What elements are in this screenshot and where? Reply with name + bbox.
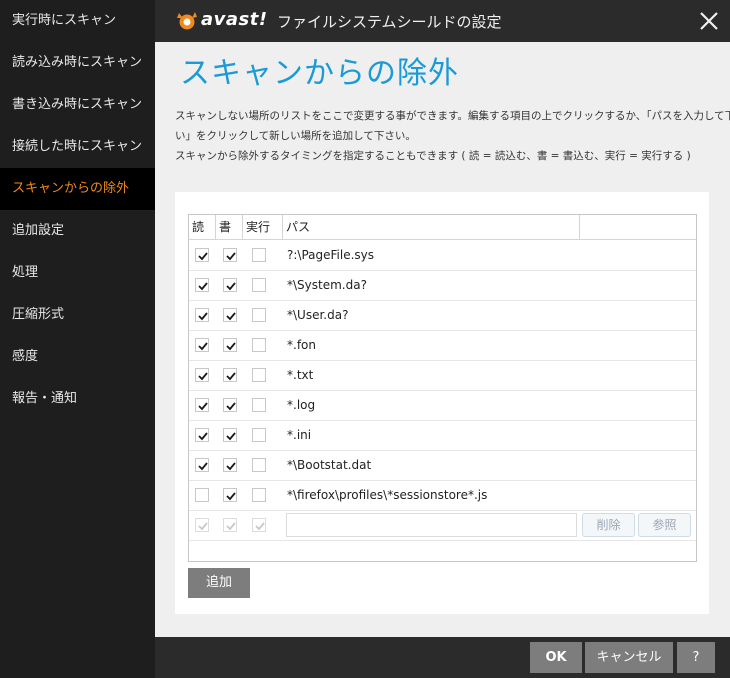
path-cell[interactable]: *\firefox\profiles\*sessionstore*.js <box>287 480 487 510</box>
description-line: スキャンから除外するタイミングを指定することもできます ( 読 = 読込む、書 … <box>175 150 691 162</box>
table-row[interactable]: *\User.da? <box>189 300 696 331</box>
table-row[interactable]: *.log <box>189 390 696 421</box>
bottom-bar: OK キャンセル ? <box>155 637 730 678</box>
new-exec-checkbox[interactable] <box>252 518 266 532</box>
read-checkbox[interactable] <box>195 248 209 262</box>
exec-checkbox[interactable] <box>252 248 266 262</box>
read-checkbox[interactable] <box>195 428 209 442</box>
cancel-button[interactable]: キャンセル <box>585 642 673 673</box>
path-cell[interactable]: ?:\PageFile.sys <box>287 240 374 270</box>
table-row[interactable]: *.txt <box>189 360 696 391</box>
write-checkbox[interactable] <box>223 488 237 502</box>
exec-checkbox[interactable] <box>252 398 266 412</box>
write-checkbox[interactable] <box>223 308 237 322</box>
read-checkbox[interactable] <box>195 308 209 322</box>
table-row[interactable]: *.fon <box>189 330 696 361</box>
description-line: スキャンしない場所のリストをここで変更する事ができます。編集する項目の上でクリッ… <box>175 110 730 122</box>
page-title: スキャンからの除外 <box>180 56 459 91</box>
table-row[interactable]: *\Bootstat.dat <box>189 450 696 481</box>
ok-button[interactable]: OK <box>530 642 582 673</box>
delete-button[interactable]: 削除 <box>582 513 635 537</box>
exec-checkbox[interactable] <box>252 488 266 502</box>
write-checkbox[interactable] <box>223 398 237 412</box>
table-row[interactable]: *\firefox\profiles\*sessionstore*.js <box>189 480 696 511</box>
read-checkbox[interactable] <box>195 458 209 472</box>
sidebar-item-on-write-scan[interactable]: 書き込み時にスキャン <box>0 84 155 126</box>
path-cell[interactable]: *.txt <box>287 360 313 390</box>
table-row[interactable]: *\System.da? <box>189 270 696 301</box>
browse-button[interactable]: 参照 <box>638 513 691 537</box>
write-checkbox[interactable] <box>223 248 237 262</box>
read-checkbox[interactable] <box>195 278 209 292</box>
exec-checkbox[interactable] <box>252 338 266 352</box>
write-checkbox[interactable] <box>223 338 237 352</box>
sidebar-item-actions[interactable]: 処理 <box>0 252 155 294</box>
read-checkbox[interactable] <box>195 368 209 382</box>
header-write: 書 <box>216 215 243 239</box>
sidebar-item-packers[interactable]: 圧縮形式 <box>0 294 155 336</box>
logo-text: avast! <box>201 9 268 30</box>
write-checkbox[interactable] <box>223 458 237 472</box>
exec-checkbox[interactable] <box>252 368 266 382</box>
header-spacer <box>580 215 696 239</box>
exec-checkbox[interactable] <box>252 428 266 442</box>
description: スキャンしない場所のリストをここで変更する事ができます。編集する項目の上でクリッ… <box>175 106 730 166</box>
exclusions-table: 読 書 実行 パス ?:\PageFile.sys *\System.da? *\U… <box>188 214 697 562</box>
new-write-checkbox[interactable] <box>223 518 237 532</box>
header-path: パス <box>283 215 580 239</box>
add-button[interactable]: 追加 <box>188 568 250 598</box>
title-bar: avast! ファイルシステムシールドの設定 <box>155 0 730 42</box>
close-icon <box>700 12 718 30</box>
header-exec: 実行 <box>243 215 283 239</box>
sidebar-item-sensitivity[interactable]: 感度 <box>0 336 155 378</box>
exec-checkbox[interactable] <box>252 278 266 292</box>
close-button[interactable] <box>694 6 724 36</box>
sidebar-item-on-execute-scan[interactable]: 実行時にスキャン <box>0 0 155 42</box>
table-row[interactable]: *.ini <box>189 420 696 451</box>
sidebar: 実行時にスキャン 読み込み時にスキャン 書き込み時にスキャン 接続した時にスキャ… <box>0 0 155 678</box>
new-path-input[interactable] <box>286 513 577 537</box>
write-checkbox[interactable] <box>223 428 237 442</box>
table-row[interactable]: ?:\PageFile.sys <box>189 240 696 271</box>
read-checkbox[interactable] <box>195 338 209 352</box>
path-cell[interactable]: *\System.da? <box>287 270 367 300</box>
read-checkbox[interactable] <box>195 488 209 502</box>
avast-logo-icon <box>177 12 197 30</box>
write-checkbox[interactable] <box>223 278 237 292</box>
path-cell[interactable]: *\Bootstat.dat <box>287 450 371 480</box>
exclusions-panel: 読 書 実行 パス ?:\PageFile.sys *\System.da? *\U… <box>175 192 709 614</box>
path-cell[interactable]: *.ini <box>287 420 311 450</box>
exec-checkbox[interactable] <box>252 308 266 322</box>
path-cell[interactable]: *\User.da? <box>287 300 348 330</box>
exec-checkbox[interactable] <box>252 458 266 472</box>
sidebar-item-on-read-scan[interactable]: 読み込み時にスキャン <box>0 42 155 84</box>
avast-logo: avast! <box>175 7 275 35</box>
description-line: い」をクリックして新しい場所を追加して下さい。 <box>175 130 416 142</box>
table-header: 読 書 実行 パス <box>189 215 696 240</box>
content-area: スキャンからの除外 スキャンしない場所のリストをここで変更する事ができます。編集… <box>155 42 730 637</box>
write-checkbox[interactable] <box>223 368 237 382</box>
sidebar-item-on-connect-scan[interactable]: 接続した時にスキャン <box>0 126 155 168</box>
sidebar-item-exclusions[interactable]: スキャンからの除外 <box>0 168 155 210</box>
new-read-checkbox[interactable] <box>195 518 209 532</box>
new-entry-row: 削除 参照 <box>189 510 696 541</box>
sidebar-item-report[interactable]: 報告・通知 <box>0 378 155 420</box>
path-cell[interactable]: *.fon <box>287 330 316 360</box>
read-checkbox[interactable] <box>195 398 209 412</box>
sidebar-item-additional-settings[interactable]: 追加設定 <box>0 210 155 252</box>
path-cell[interactable]: *.log <box>287 390 315 420</box>
help-button[interactable]: ? <box>677 642 715 673</box>
window-title: ファイルシステムシールドの設定 <box>277 13 502 31</box>
header-read: 読 <box>189 215 216 239</box>
